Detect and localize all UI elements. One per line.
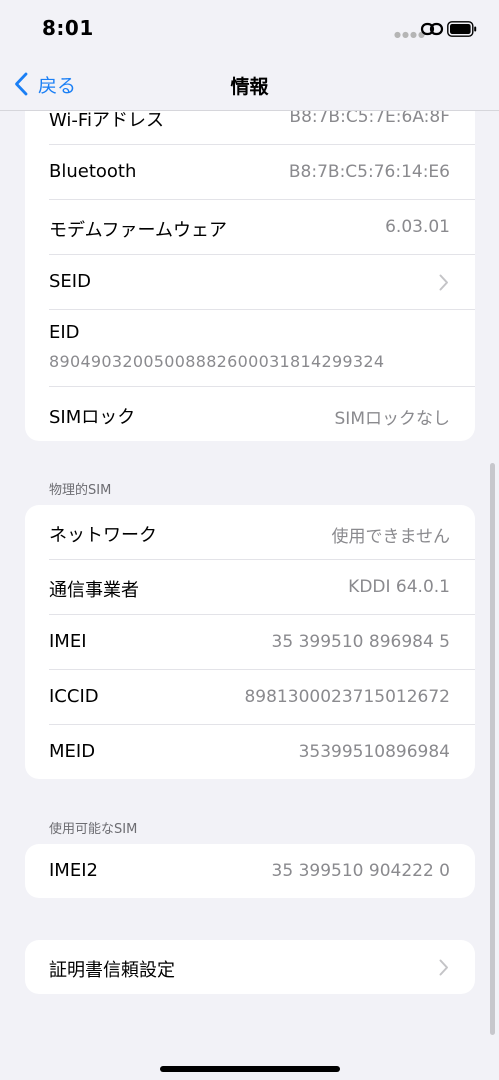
settings-about-screen: Wi-Fiアドレス B8:7B:C5:7E:6A:8F Bluetooth B8…: [0, 0, 499, 1080]
iccid-row[interactable]: ICCID 8981300023715012672: [49, 670, 475, 725]
chevron-right-icon: [439, 274, 448, 291]
navigation-bar: 戻る 情報: [0, 58, 499, 111]
row-value: SIMロックなし: [334, 409, 450, 429]
row-label: ICCID: [49, 686, 99, 707]
row-label: ネットワーク: [49, 525, 157, 546]
carrier-row[interactable]: 通信事業者 KDDI 64.0.1: [49, 560, 475, 615]
row-label: IMEI2: [49, 860, 98, 881]
row-label: 通信事業者: [49, 580, 139, 601]
page-title: 情報: [230, 76, 269, 98]
row-label: SIMロック: [49, 407, 136, 428]
eid-row[interactable]: EID 89049032005008882600031814299324: [49, 310, 475, 387]
seid-row[interactable]: SEID: [49, 255, 475, 310]
battery-icon: [447, 21, 477, 37]
personal-hotspot-link-icon: [420, 22, 444, 36]
section-header-available-sim: 使用可能なSIM: [49, 822, 138, 837]
section-header-physical-sim: 物理的SIM: [49, 483, 112, 498]
chevron-right-icon: [439, 959, 448, 976]
modem-firmware-row[interactable]: モデムファームウェア 6.03.01: [49, 200, 475, 255]
physical-sim-group: ネットワーク 使用できません 通信事業者 KDDI 64.0.1 IMEI 35…: [25, 505, 475, 779]
eid-value: 89049032005008882600031814299324: [49, 352, 385, 371]
scrollbar[interactable]: [490, 463, 495, 1035]
status-time: 8:01: [42, 16, 94, 40]
row-label: モデムファームウェア: [49, 220, 228, 241]
certificate-group: 証明書信頼設定: [25, 940, 475, 994]
bluetooth-row[interactable]: Bluetooth B8:7B:C5:76:14:E6: [49, 145, 475, 200]
home-indicator[interactable]: [160, 1066, 340, 1072]
network-row[interactable]: ネットワーク 使用できません: [49, 505, 475, 560]
row-value: 使用できません: [331, 527, 451, 547]
certificate-trust-row[interactable]: 証明書信頼設定: [49, 940, 475, 994]
row-value: 6.03.01: [385, 217, 450, 237]
row-label: IMEI: [49, 631, 87, 652]
status-bar: 8:01 ●●●●: [0, 0, 499, 58]
row-label: SEID: [49, 271, 91, 292]
scroll-content[interactable]: Wi-Fiアドレス B8:7B:C5:7E:6A:8F Bluetooth B8…: [0, 0, 499, 1080]
row-label: 証明書信頼設定: [49, 960, 175, 981]
available-sim-group: IMEI2 35 399510 904222 0: [25, 844, 475, 898]
row-label: EID: [49, 322, 80, 343]
imei2-row[interactable]: IMEI2 35 399510 904222 0: [49, 844, 475, 898]
row-label: MEID: [49, 741, 96, 762]
row-label: Bluetooth: [49, 161, 137, 182]
row-value: 8981300023715012672: [244, 687, 450, 707]
row-value: 35399510896984: [298, 742, 450, 762]
device-info-group: Wi-Fiアドレス B8:7B:C5:7E:6A:8F Bluetooth B8…: [25, 90, 475, 441]
row-value: KDDI 64.0.1: [348, 577, 450, 597]
imei-row[interactable]: IMEI 35 399510 896984 5: [49, 615, 475, 670]
row-value: 35 399510 904222 0: [271, 861, 450, 881]
meid-row[interactable]: MEID 35399510896984: [49, 725, 475, 779]
row-value: 35 399510 896984 5: [271, 632, 450, 652]
sim-lock-row[interactable]: SIMロック SIMロックなし: [49, 387, 475, 441]
row-value: B8:7B:C5:76:14:E6: [288, 162, 450, 182]
